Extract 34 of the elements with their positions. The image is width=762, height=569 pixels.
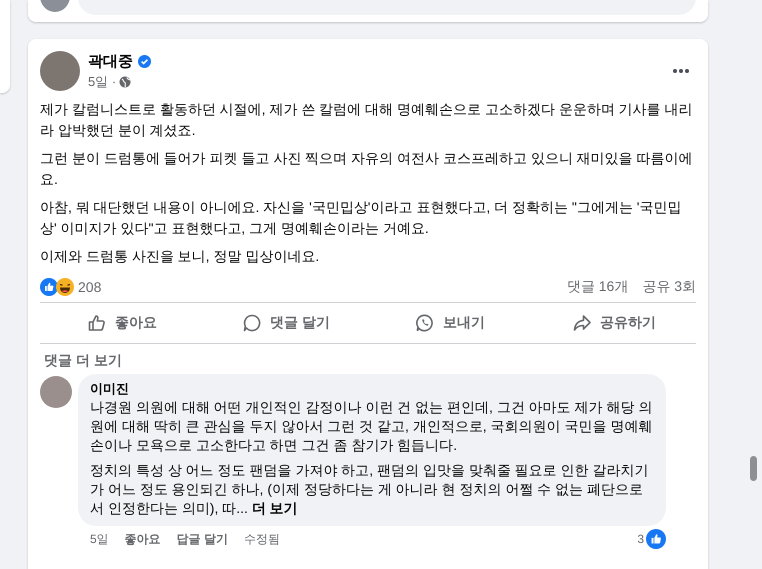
comment-time[interactable]: 5일 <box>90 530 109 548</box>
share-button[interactable]: 공유하기 <box>532 307 696 339</box>
laughing-face-icon <box>56 278 74 296</box>
post-paragraph: 제가 칼럼니스트로 활동하던 시절에, 제가 쓴 칼럼에 대해 명예훼손으로 고소하겠다 운운하며 기사를 내리라 압박했던 분이 계셨죠. <box>40 100 694 140</box>
post-paragraph: 그런 분이 드럼통에 들어가 피켓 들고 사진 찍으며 자유의 여전사 코스프레하고 있으니 재미있을 따름이에요. <box>40 149 694 189</box>
scrollbar-thumb[interactable] <box>750 456 757 481</box>
more-comments-link[interactable]: 댓글 더 보기 <box>44 352 122 370</box>
edited-label: 수정됨 <box>244 530 280 548</box>
speech-bubble-icon <box>242 313 262 333</box>
post-paragraph: 아참, 뭐 대단했던 내용이 아니에요. 자신을 '국민밉상'이라고 표현했다고, 더 정확히는 "그에게는 '국민밉상' 이미지가 있다"고 표현했다고, 그게 명예훼손이라는 거예요. <box>40 198 682 238</box>
thumbs-up-icon <box>87 313 107 333</box>
comment-text: 정치의 특성 상 어느 정도 팬덤을 가져야 하고, 팬덤의 입맛을 맞춰줄 필요로 인한 갈라치기가 어느 정도 용인되긴 하나, (이제 정당하다는 게 아니라 현 정치의 어쩔 수 없는 폐단으로서 인정한다는 의미), 따... 더 보기 <box>90 461 650 518</box>
globe-icon <box>119 76 132 88</box>
like-button[interactable]: 좋아요 <box>40 307 204 339</box>
comment-button[interactable]: 댓글 달기 <box>204 307 368 339</box>
like-link[interactable]: 좋아요 <box>124 530 161 548</box>
post-time[interactable]: 5일 · <box>88 72 116 90</box>
chat-phone-icon <box>415 313 435 333</box>
reply-link[interactable]: 답글 달기 <box>176 530 228 548</box>
more-dots-icon <box>672 68 690 74</box>
author-name[interactable]: 곽대중 <box>88 52 133 70</box>
send-button[interactable]: 보내기 <box>368 307 532 339</box>
author-avatar[interactable] <box>40 51 80 91</box>
commenter-avatar[interactable] <box>40 376 72 408</box>
commenter-name[interactable]: 이미진 <box>90 380 654 398</box>
like-reaction-icon <box>40 278 58 296</box>
like-reaction-icon <box>646 529 666 549</box>
comment-text: 나경원 의원에 대해 어떤 개인적인 감정이나 이런 건 없는 편인데, 그건 아마도 제가 해당 의원에 대해 딱히 큰 관심을 두지 않아서 그런 것 같고, 개인적으로, 국회의원이 국민을 명예훼손이나 모욕으로 고소한다고 하면 그건 좀 참기가 힘듭니다. <box>90 398 654 455</box>
share-arrow-icon <box>572 313 592 333</box>
share-count[interactable]: 공유 3회 <box>642 278 696 296</box>
reaction-count[interactable]: 208 <box>78 279 102 295</box>
post-paragraph: 이제와 드럼통 사진을 보니, 정말 밉상이네요. <box>40 247 320 266</box>
comment-count[interactable]: 댓글 16개 <box>566 278 628 296</box>
reaction-count[interactable]: 3 <box>637 532 644 546</box>
